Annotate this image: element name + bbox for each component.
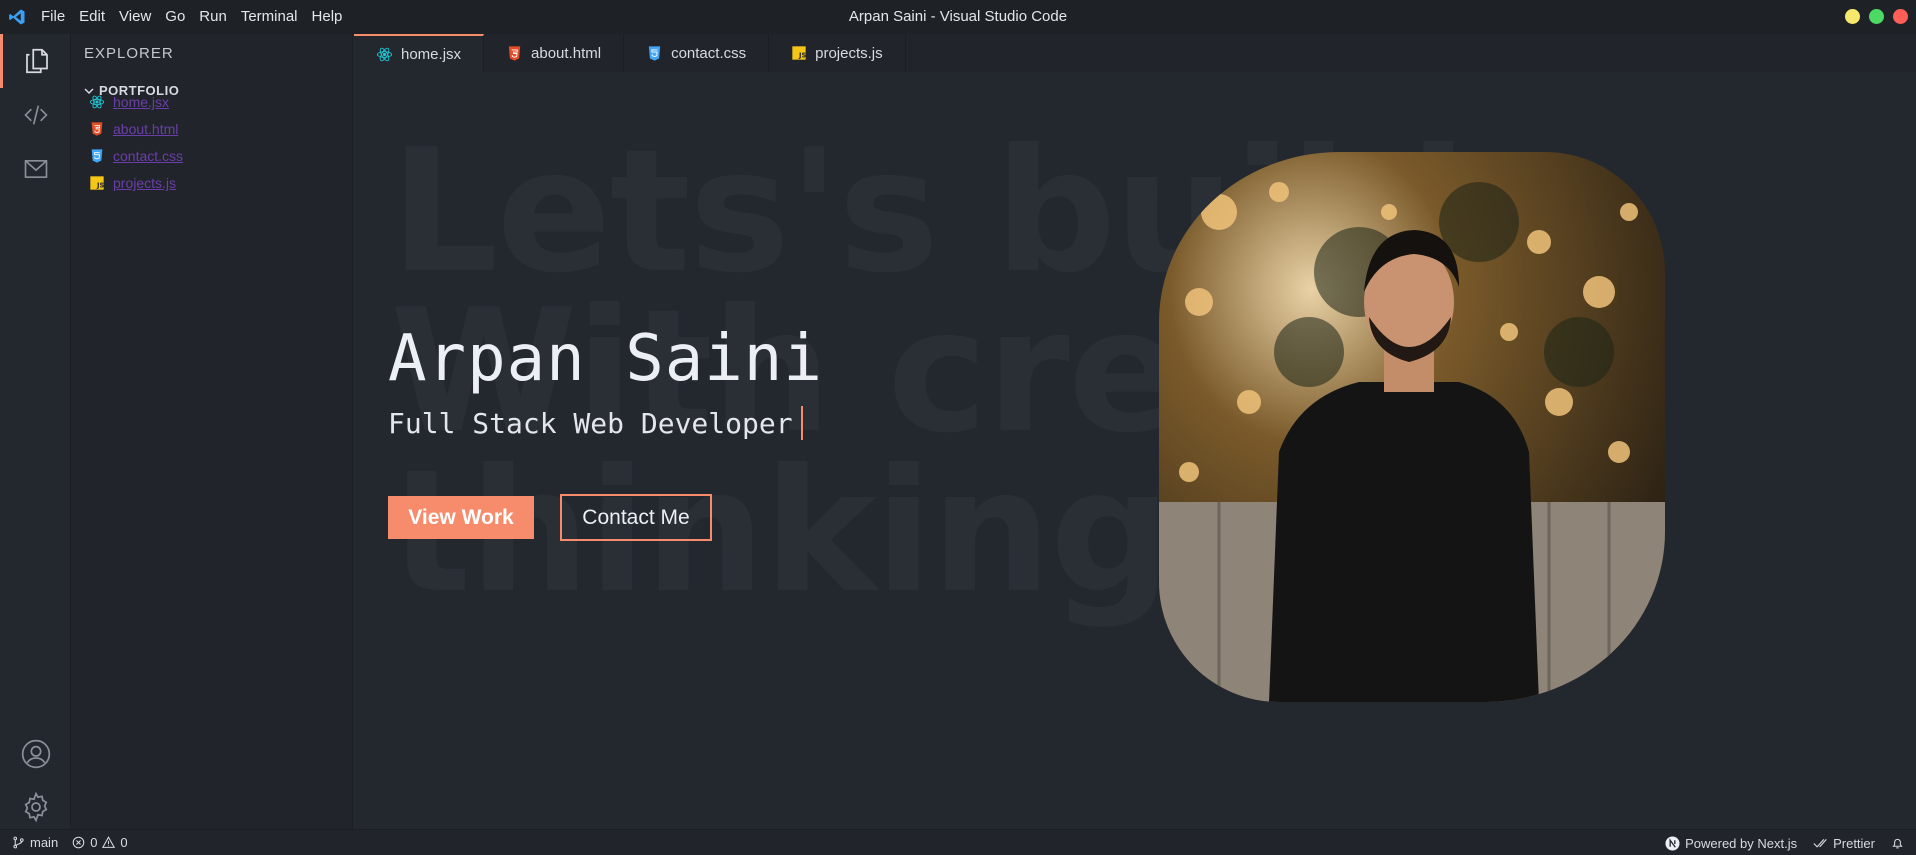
branch-name: main (30, 835, 59, 850)
tab-projects-js[interactable]: JS projects.js (769, 34, 906, 72)
contact-me-button[interactable]: Contact Me (560, 494, 712, 541)
error-icon (72, 836, 85, 849)
window-controls (1845, 9, 1908, 24)
close-button[interactable] (1893, 9, 1908, 24)
view-work-button[interactable]: View Work (388, 496, 534, 539)
account-icon (21, 739, 50, 769)
git-branch-icon (13, 836, 24, 849)
react-icon (376, 47, 393, 61)
tab-label: projects.js (815, 44, 883, 62)
menu-file[interactable]: File (34, 0, 72, 34)
tab-about-html[interactable]: about.html (484, 34, 625, 72)
problems-indicator[interactable]: 0 0 (72, 835, 128, 850)
html-icon (508, 45, 521, 61)
file-label[interactable]: home.jsx (113, 94, 169, 110)
notifications-button[interactable] (1891, 836, 1904, 850)
prettier-indicator[interactable]: Prettier (1813, 836, 1875, 851)
explorer-button[interactable] (0, 34, 71, 88)
menu-edit[interactable]: Edit (72, 0, 112, 34)
tab-label: home.jsx (401, 45, 462, 63)
menu-run[interactable]: Run (192, 0, 234, 34)
css-icon (648, 45, 661, 61)
minimize-button[interactable] (1845, 9, 1860, 24)
tab-label: contact.css (671, 44, 747, 62)
double-check-icon (1813, 838, 1827, 848)
file-label[interactable]: contact.css (113, 148, 183, 164)
js-icon: JS (792, 46, 807, 60)
bell-icon (1892, 838, 1903, 849)
tab-home-jsx[interactable]: home.jsx (354, 34, 485, 72)
menu-bar: File Edit View Go Run Terminal Help (34, 0, 349, 34)
explorer-sidebar: EXPLORER PORTFOLIO home.jsx about.html c… (71, 34, 353, 829)
account-button[interactable] (0, 727, 71, 781)
svg-text:JS: JS (798, 52, 806, 60)
mail-icon (24, 160, 47, 178)
prettier-label: Prettier (1833, 835, 1875, 851)
hero-role: Full Stack Web Developer (388, 406, 803, 440)
branch-indicator[interactable]: main (12, 835, 58, 850)
typing-cursor (800, 406, 803, 440)
react-icon (89, 95, 105, 109)
file-projects-js[interactable]: JS projects.js (89, 175, 176, 191)
html-icon (91, 122, 103, 136)
powered-by-label: Powered by Next.js (1685, 835, 1798, 851)
file-about-html[interactable]: about.html (89, 121, 178, 137)
code-icon (23, 105, 48, 125)
sidebar-title: EXPLORER (84, 45, 174, 62)
status-bar: main 0 0 Powered by Next.js Prettier (0, 829, 1916, 855)
files-icon (26, 48, 48, 74)
menu-view[interactable]: View (112, 0, 158, 34)
maximize-button[interactable] (1869, 9, 1884, 24)
file-label[interactable]: projects.js (113, 175, 176, 191)
mail-button[interactable] (0, 142, 71, 196)
vscode-logo-icon (0, 0, 34, 34)
js-icon: JS (90, 176, 104, 190)
css-icon (91, 149, 103, 163)
file-home-jsx[interactable]: home.jsx (89, 94, 169, 110)
error-count: 0 (90, 835, 98, 850)
gear-icon (24, 791, 47, 823)
warning-icon (102, 836, 116, 848)
editor-area: Lets's build With creative thinking Arpa… (354, 72, 1916, 829)
title-bar: File Edit View Go Run Terminal Help Arpa… (0, 0, 1916, 34)
portrait-photo (1159, 152, 1665, 702)
hero-role-text: Full Stack Web Developer (388, 406, 793, 440)
menu-help[interactable]: Help (305, 0, 350, 34)
hero-name: Arpan Saini (388, 322, 823, 396)
warning-count: 0 (120, 835, 128, 850)
settings-button[interactable] (0, 780, 71, 834)
file-contact-css[interactable]: contact.css (89, 148, 183, 164)
svg-text:JS: JS (96, 182, 104, 190)
editor-tabs: home.jsx about.html contact.css JS proje… (354, 34, 1916, 72)
tab-contact-css[interactable]: contact.css (624, 34, 770, 72)
code-button[interactable] (0, 88, 71, 142)
powered-by-indicator[interactable]: Powered by Next.js (1665, 836, 1797, 851)
activity-bar (0, 34, 71, 829)
menu-go[interactable]: Go (158, 0, 192, 34)
nextjs-icon (1665, 835, 1680, 851)
menu-terminal[interactable]: Terminal (234, 0, 305, 34)
file-label[interactable]: about.html (113, 121, 178, 137)
tab-label: about.html (531, 44, 602, 62)
